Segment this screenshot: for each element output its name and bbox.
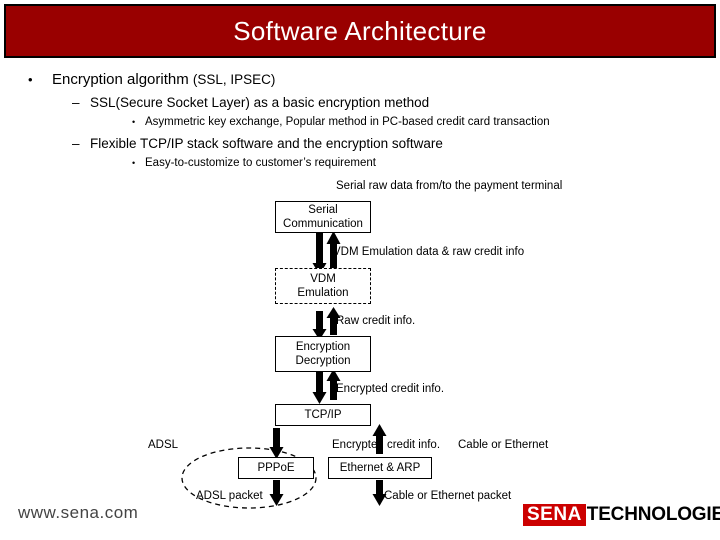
- label-encrypted-credit-info-2: Encrypted credit info.: [332, 439, 441, 451]
- box-ethernet-arp-label: Ethernet & ARP: [339, 462, 421, 474]
- arrow-down-serial-to-vdm: [312, 232, 327, 275]
- arrow-up-tcpip-to-encryption: [326, 369, 341, 400]
- box-vdm-emulation-line2: Emulation: [297, 287, 349, 299]
- bullet-level1: • Encryption algorithm (SSL, IPSEC): [28, 70, 720, 90]
- title-bar: Software Architecture: [4, 4, 716, 58]
- dash-marker-icon: –: [72, 95, 80, 110]
- dash-marker-icon: –: [72, 136, 80, 151]
- box-ethernet-arp: Ethernet & ARP: [328, 457, 432, 479]
- bullet-marker-icon: •: [28, 72, 33, 87]
- bullet-level3-b-text: Easy-to-customize to customer’s requirem…: [145, 157, 376, 169]
- bullet-marker-icon: •: [132, 117, 136, 127]
- bullet-level2-a-text: SSL(Secure Socket Layer) as a basic encr…: [90, 95, 430, 110]
- box-tcpip: TCP/IP: [275, 404, 371, 426]
- box-vdm-emulation: VDM Emulation: [275, 268, 371, 304]
- arrow-down-pppoe-out: [269, 480, 284, 506]
- box-encryption-line1: Encryption: [295, 341, 351, 353]
- box-vdm-emulation-line1: VDM: [310, 273, 336, 285]
- label-cable-or-ethernet: Cable or Ethernet: [458, 439, 549, 451]
- arrow-down-tcpip-to-pppoe: [269, 428, 284, 459]
- bullet-level2-b: – Flexible TCP/IP stack software and the …: [72, 134, 720, 153]
- bullet-level3-a: • Asymmetric key exchange, Popular method…: [132, 114, 720, 131]
- bullet-level2-a: – SSL(Secure Socket Layer) as a basic enc…: [72, 93, 720, 112]
- slide: Software Architecture • Encryption algori…: [0, 0, 720, 540]
- adsl-group-ellipse: [181, 447, 317, 509]
- arrow-down-encryption-to-tcpip: [312, 372, 327, 404]
- label-adsl-packet: ADSL packet: [196, 490, 263, 502]
- box-serial-communication-line1: Serial: [308, 204, 338, 216]
- logo-technologies-text: TECHNOLOGIES: [586, 504, 720, 525]
- box-pppoe-label: PPPoE: [257, 462, 295, 474]
- arrow-down-ethernet-out: [372, 480, 387, 506]
- box-tcpip-label: TCP/IP: [304, 409, 342, 421]
- label-encrypted-credit-info-1: Encrypted credit info.: [336, 383, 445, 395]
- box-serial-communication-line2: Communication: [283, 218, 363, 230]
- bullet-level2-b-text: Flexible TCP/IP stack software and the e…: [90, 136, 443, 151]
- sena-technologies-logo: SENA TECHNOLOGIES: [523, 503, 720, 527]
- label-cable-ethernet-packet: Cable or Ethernet packet: [384, 490, 512, 502]
- bullet-level1-text: Encryption algorithm: [52, 71, 193, 88]
- arrow-up-encryption-to-vdm: [326, 307, 341, 335]
- label-adsl: ADSL: [148, 439, 179, 451]
- arrow-up-ethernet-to-tcpip: [372, 424, 387, 454]
- box-pppoe: PPPoE: [238, 457, 314, 479]
- label-vdm-emulation-data: VDM Emulation data & raw credit info: [333, 246, 525, 258]
- arrow-up-vdm-to-serial: [326, 231, 341, 273]
- box-encryption-decryption: Encryption Decryption: [275, 336, 371, 372]
- label-raw-credit-info: Raw credit info.: [336, 315, 416, 327]
- bullet-marker-icon: •: [132, 158, 136, 168]
- logo-sena-text: SENA: [523, 504, 586, 526]
- bullet-list: • Encryption algorithm (SSL, IPSEC) – SSL(…: [0, 70, 720, 172]
- box-encryption-line2: Decryption: [295, 355, 351, 367]
- page-title: Software Architecture: [233, 15, 487, 46]
- arrow-down-vdm-to-encryption: [312, 311, 327, 340]
- footer-url[interactable]: www.sena.com: [18, 503, 138, 523]
- bullet-level3-a-text: Asymmetric key exchange, Popular method …: [145, 116, 550, 128]
- bullet-level1-text-small: (SSL, IPSEC): [192, 72, 276, 87]
- box-serial-communication: Serial Communication: [275, 201, 371, 233]
- bullet-level3-b: • Easy-to-customize to customer’s require…: [132, 155, 720, 172]
- label-serial-raw-data: Serial raw data from/to the payment term…: [336, 180, 563, 192]
